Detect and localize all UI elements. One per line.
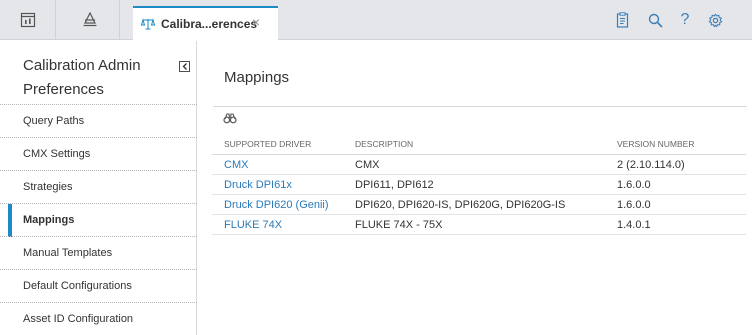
version-cell: 1.4.0.1 <box>617 219 651 231</box>
dashboard-icon <box>20 12 36 28</box>
dashboard-button[interactable] <box>8 0 48 40</box>
top-bar: Calibra...erences × ? <box>0 0 752 40</box>
description-cell: DPI611, DPI612 <box>355 179 434 191</box>
search-button[interactable] <box>644 9 666 31</box>
page-title: Mappings <box>224 69 290 86</box>
hierarchy-button[interactable] <box>70 0 110 40</box>
sidebar: Calibration Admin Preferences Query Path… <box>0 41 197 335</box>
sidebar-item-asset-id-configuration[interactable]: Asset ID Configuration <box>0 302 197 335</box>
sidebar-nav: Query Paths CMX Settings Strategies Mapp… <box>0 104 197 335</box>
table-row: FLUKE 74X FLUKE 74X - 75X 1.4.0.1 <box>212 216 746 235</box>
search-icon <box>648 13 663 28</box>
toolbar-divider <box>119 0 120 40</box>
binoculars-icon[interactable] <box>223 111 237 125</box>
sidebar-item-mappings[interactable]: Mappings <box>0 203 197 237</box>
description-cell: DPI620, DPI620-IS, DPI620G, DPI620G-IS <box>355 199 566 211</box>
column-header-description[interactable]: DESCRIPTION <box>355 139 413 149</box>
table-header: SUPPORTED DRIVER DESCRIPTION VERSION NUM… <box>212 137 746 155</box>
column-header-version[interactable]: VERSION NUMBER <box>617 139 694 149</box>
sidebar-item-default-configurations[interactable]: Default Configurations <box>0 269 197 302</box>
sidebar-item-strategies[interactable]: Strategies <box>0 170 197 203</box>
settings-button[interactable] <box>704 9 726 31</box>
tab-title: Calibra...erences <box>161 17 258 31</box>
divider <box>213 106 747 107</box>
scales-icon <box>141 18 155 30</box>
hierarchy-icon <box>83 12 97 27</box>
sidebar-item-cmx-settings[interactable]: CMX Settings <box>0 137 197 170</box>
driver-link[interactable]: Druck DPI620 (Genii) <box>224 199 329 211</box>
description-cell: CMX <box>355 159 380 171</box>
driver-link[interactable]: FLUKE 74X <box>224 219 282 231</box>
description-cell: FLUKE 74X - 75X <box>355 219 443 231</box>
driver-link[interactable]: Druck DPI61x <box>224 179 292 191</box>
table-row: CMX CMX 2 (2.10.114.0) <box>212 156 746 175</box>
collapse-sidebar-button[interactable] <box>179 61 190 72</box>
sidebar-item-manual-templates[interactable]: Manual Templates <box>0 236 197 269</box>
help-button[interactable]: ? <box>674 9 696 31</box>
table-row: Druck DPI620 (Genii) DPI620, DPI620-IS, … <box>212 196 746 215</box>
clipboard-button[interactable] <box>612 9 634 31</box>
toolbar-divider <box>55 0 56 40</box>
help-icon: ? <box>680 11 690 28</box>
version-cell: 1.6.0.0 <box>617 199 651 211</box>
settings-icon <box>708 13 722 27</box>
table-row: Druck DPI61x DPI611, DPI612 1.6.0.0 <box>212 176 746 195</box>
driver-link[interactable]: CMX <box>224 159 248 171</box>
main-content: Mappings SUPPORTED DRIVER DESCRIPTION VE… <box>198 41 752 335</box>
sidebar-item-query-paths[interactable]: Query Paths <box>0 104 197 137</box>
chevron-left-icon <box>182 63 187 70</box>
version-cell: 2 (2.10.114.0) <box>617 159 685 171</box>
sidebar-title: Calibration Admin Preferences <box>23 57 141 98</box>
column-header-driver[interactable]: SUPPORTED DRIVER <box>224 139 311 149</box>
tab-calibration-preferences[interactable]: Calibra...erences × <box>133 6 278 40</box>
close-icon[interactable]: × <box>252 14 260 30</box>
clipboard-icon <box>616 12 629 28</box>
version-cell: 1.6.0.0 <box>617 179 651 191</box>
